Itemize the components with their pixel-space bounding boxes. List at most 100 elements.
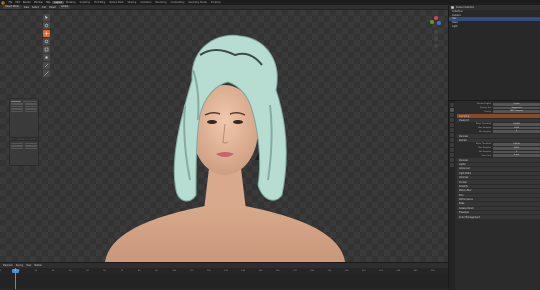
- bake-section[interactable]: Bake: [457, 202, 540, 206]
- film-section[interactable]: Film: [457, 193, 540, 197]
- crosshair-icon: [44, 23, 49, 28]
- world-tab-icon[interactable]: [450, 128, 454, 132]
- ruler-tick: 140: [241, 269, 246, 272]
- menu-view[interactable]: View: [24, 6, 29, 9]
- data-tab-icon[interactable]: [450, 158, 454, 162]
- 3d-viewport[interactable]: [0, 10, 448, 262]
- render-subsection[interactable]: Render: [457, 138, 540, 143]
- view-layer-tab-icon[interactable]: [450, 118, 454, 122]
- section-label: Denoise: [459, 134, 468, 138]
- workspace-tab-layout[interactable]: Layout: [52, 1, 64, 4]
- workspace-tab-scripting[interactable]: Scripting: [209, 1, 223, 4]
- sampling-section[interactable]: Sampling: [457, 114, 540, 118]
- menu-playback[interactable]: Playback: [3, 264, 13, 267]
- freestyle-section[interactable]: Freestyle: [457, 211, 540, 215]
- workspace-tab-sculpting[interactable]: Sculpting: [78, 1, 92, 4]
- denoise-subsection[interactable]: Denoise: [457, 134, 540, 138]
- measure-tool[interactable]: [43, 70, 50, 77]
- color-management-section[interactable]: Color Management: [457, 215, 540, 219]
- section-label: Color Management: [459, 215, 480, 219]
- frame-ruler[interactable]: 0 10 20 30 40 50 60 70 80 90 100 110 120…: [0, 268, 448, 273]
- object-tab-icon[interactable]: [450, 133, 454, 137]
- performance-section[interactable]: Performance: [457, 197, 540, 202]
- section-label: Simplify: [459, 184, 468, 188]
- workspace-tab-uv-editing[interactable]: UV Editing: [92, 1, 107, 4]
- scale-icon: [44, 47, 49, 52]
- volumes-section[interactable]: Volumes: [457, 175, 540, 180]
- workspace-tab-modeling[interactable]: Modeling: [64, 1, 78, 4]
- section-label: Advanced: [459, 167, 470, 171]
- character-render: [105, 34, 345, 262]
- workspace-tab-geometry-nodes[interactable]: Geometry Nodes: [186, 1, 208, 4]
- modifier-tab-icon[interactable]: [450, 138, 454, 142]
- tool-options-panel[interactable]: [9, 140, 39, 166]
- ruler-tick: 30: [51, 269, 55, 272]
- render-min-samples-field[interactable]: 0: [493, 150, 540, 154]
- menu-object[interactable]: Object: [49, 6, 56, 9]
- scale-tool[interactable]: [43, 46, 50, 53]
- menu-add[interactable]: Add: [42, 6, 46, 9]
- min-samples-field[interactable]: 0: [493, 130, 540, 134]
- keyframe-track[interactable]: [0, 274, 448, 288]
- device-row: Device GPU Compute: [457, 110, 540, 114]
- menu-view[interactable]: View: [26, 264, 31, 267]
- render-engine-dropdown[interactable]: Cycles: [493, 102, 540, 106]
- section-label: Film: [459, 193, 464, 197]
- orientation-selector[interactable]: Global: [59, 5, 71, 9]
- timeline-editor[interactable]: Playback Keying View Marker 0 10 20 30 4…: [0, 262, 448, 289]
- annotate-tool[interactable]: [43, 62, 50, 69]
- section-label: Freestyle: [459, 211, 469, 215]
- grease-pencil-section[interactable]: Grease Pencil: [457, 206, 540, 211]
- particles-tab-icon[interactable]: [450, 143, 454, 147]
- mode-selector[interactable]: Object Mode: [3, 5, 21, 9]
- outliner-item-label: Camera: [452, 13, 461, 17]
- noise-threshold-field[interactable]: 0.1000: [493, 122, 540, 126]
- navigation-gizmo[interactable]: [428, 12, 444, 56]
- menu-help[interactable]: Help: [44, 1, 52, 4]
- move-tool[interactable]: [43, 30, 50, 37]
- lights-section[interactable]: Lights: [457, 162, 540, 167]
- material-tab-icon[interactable]: [450, 163, 454, 167]
- workspace-tab-compositing[interactable]: Compositing: [169, 1, 187, 4]
- menu-select[interactable]: Select: [32, 6, 39, 9]
- blender-logo-icon[interactable]: [1, 0, 5, 5]
- menu-file[interactable]: File: [7, 1, 14, 4]
- render-max-samples-field[interactable]: 4096: [493, 146, 540, 150]
- render-noise-threshold-field[interactable]: 0.0100: [493, 143, 540, 146]
- motion-blur-section[interactable]: Motion Blur: [457, 189, 540, 193]
- menu-edit[interactable]: Edit: [14, 1, 21, 4]
- time-limit-field[interactable]: 0 sec: [493, 154, 540, 158]
- render-tab-icon[interactable]: [450, 108, 454, 112]
- device-dropdown[interactable]: GPU Compute: [493, 110, 540, 114]
- select-tool[interactable]: [43, 14, 50, 21]
- max-samples-field[interactable]: 1024: [493, 126, 540, 130]
- viewport-subsection[interactable]: Viewport: [457, 118, 540, 123]
- last-operation-panel[interactable]: [9, 98, 39, 138]
- outliner-item-light[interactable]: Light: [449, 24, 540, 28]
- advanced-section[interactable]: Advanced: [457, 167, 540, 171]
- menu-window[interactable]: Window: [32, 1, 44, 4]
- menu-marker[interactable]: Marker: [34, 264, 42, 267]
- curves-section[interactable]: Curves: [457, 180, 540, 184]
- scene-tab-icon[interactable]: [450, 123, 454, 127]
- current-frame-indicator[interactable]: 1: [12, 268, 19, 273]
- feature-set-dropdown[interactable]: Supported: [493, 106, 540, 110]
- menu-keying[interactable]: Keying: [16, 264, 23, 267]
- ruler-tick: 210: [361, 269, 366, 272]
- output-tab-icon[interactable]: [450, 113, 454, 117]
- workspace-tab-animation[interactable]: Animation: [138, 1, 153, 4]
- tool-tab-icon[interactable]: [450, 103, 454, 107]
- noise-threshold-row: Noise Threshold 0.1000: [457, 122, 540, 126]
- menu-render[interactable]: Render: [21, 1, 32, 4]
- rotate-tool[interactable]: [43, 38, 50, 45]
- render-denoise-subsection[interactable]: Denoise: [457, 158, 540, 162]
- workspace-tab-rendering[interactable]: Rendering: [153, 1, 168, 4]
- cursor-tool[interactable]: [43, 22, 50, 29]
- workspace-tab-shading[interactable]: Shading: [125, 1, 138, 4]
- physics-tab-icon[interactable]: [450, 148, 454, 152]
- constraints-tab-icon[interactable]: [450, 153, 454, 157]
- light-paths-section[interactable]: Light Paths: [457, 171, 540, 175]
- transform-tool[interactable]: [43, 54, 50, 61]
- workspace-tab-texture-paint[interactable]: Texture Paint: [107, 1, 125, 4]
- simplify-section[interactable]: Simplify: [457, 184, 540, 189]
